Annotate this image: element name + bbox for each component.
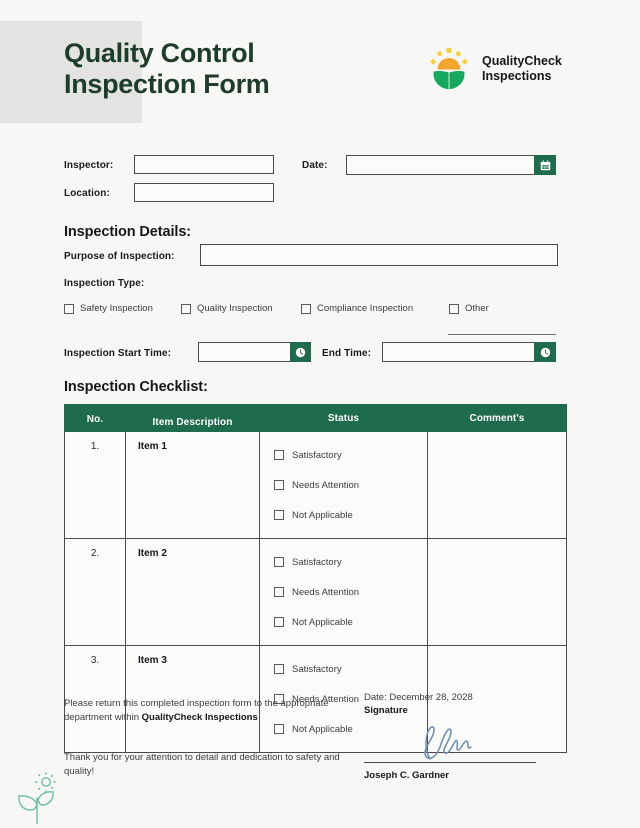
checkbox-box-icon[interactable] <box>274 587 284 597</box>
start-time-input[interactable] <box>198 342 292 362</box>
status-option-not-applicable[interactable]: Not Applicable <box>274 607 427 637</box>
checkbox-box-icon[interactable] <box>274 480 284 490</box>
status-option-label: Not Applicable <box>292 723 353 735</box>
inspector-label: Inspector: <box>64 160 114 171</box>
signature-label: Signature <box>364 705 408 716</box>
checkbox-compliance-inspection[interactable]: Compliance Inspection <box>301 303 413 314</box>
clock-icon <box>540 347 550 357</box>
row-comment-cell[interactable] <box>427 431 567 539</box>
form-page: Quality Control Inspection Form QualityC… <box>0 0 640 828</box>
checkbox-box-icon[interactable] <box>181 303 191 314</box>
status-option-satisfactory[interactable]: Satisfactory <box>274 440 427 470</box>
row-number: 1. <box>64 431 126 539</box>
checkbox-box-icon[interactable] <box>449 303 459 314</box>
status-option-satisfactory[interactable]: Satisfactory <box>274 654 427 684</box>
table-row: 1. Item 1 Satisfactory Needs Attention N… <box>64 431 567 539</box>
start-time-label: Inspection Start Time: <box>64 348 172 359</box>
inspector-input[interactable] <box>134 155 274 174</box>
checkbox-box-icon[interactable] <box>274 617 284 627</box>
checkbox-box-icon[interactable] <box>274 664 284 674</box>
end-time-input[interactable] <box>382 342 536 362</box>
table-header-row: No. Item Description Status Comment's <box>64 404 567 432</box>
start-time-picker-button[interactable] <box>290 342 311 362</box>
return-instructions: Please return this completed inspection … <box>64 697 342 725</box>
column-header-item-description: Item Description <box>125 404 260 432</box>
thanks-message: Thank you for your attention to detail a… <box>64 752 340 777</box>
calendar-icon <box>540 159 550 170</box>
signature-mark <box>424 726 472 760</box>
sun-over-leaves-logo-icon <box>430 48 468 90</box>
status-option-label: Not Applicable <box>292 616 353 628</box>
inspection-checklist-heading: Inspection Checklist: <box>64 379 208 395</box>
row-description: Item 2 <box>125 538 260 646</box>
end-time-label: End Time: <box>322 348 372 359</box>
row-description: Item 1 <box>125 431 260 539</box>
row-status-cell: Satisfactory Needs Attention Not Applica… <box>259 538 428 646</box>
status-option-label: Needs Attention <box>292 479 360 491</box>
end-time-picker-button[interactable] <box>534 342 556 362</box>
column-header-status: Status <box>259 404 428 432</box>
inspection-details-heading: Inspection Details: <box>64 224 192 240</box>
row-comment-cell[interactable] <box>427 538 567 646</box>
checkbox-box-icon[interactable] <box>274 557 284 567</box>
clock-icon <box>295 347 306 357</box>
purpose-input[interactable] <box>200 244 558 266</box>
inspection-type-label: Inspection Type: <box>64 278 145 289</box>
date-label: Date: <box>302 160 328 171</box>
checkbox-label: Compliance Inspection <box>317 303 414 314</box>
checkbox-box-icon[interactable] <box>274 450 284 460</box>
checkbox-label: Other <box>465 303 489 314</box>
signature-name: Joseph C. Gardner <box>364 770 449 781</box>
table-row: 2. Item 2 Satisfactory Needs Attention N… <box>64 538 567 646</box>
status-option-label: Not Applicable <box>292 509 353 521</box>
brand-logo: QualityCheck Inspections <box>426 46 562 92</box>
checkbox-other[interactable]: Other <box>449 303 489 314</box>
checkbox-box-icon[interactable] <box>274 510 284 520</box>
signature-date: Date: December 28, 2028 <box>364 692 473 703</box>
date-picker-button[interactable] <box>534 155 556 175</box>
status-option-needs-attention[interactable]: Needs Attention <box>274 577 427 607</box>
column-header-comments: Comment's <box>427 404 567 432</box>
status-option-label: Satisfactory <box>292 449 342 461</box>
sprout-plant-icon <box>18 770 58 824</box>
status-option-needs-attention[interactable]: Needs Attention <box>274 470 427 500</box>
status-option-label: Satisfactory <box>292 556 342 568</box>
checkbox-box-icon[interactable] <box>64 303 74 314</box>
checkbox-box-icon[interactable] <box>274 724 284 734</box>
row-status-cell: Satisfactory Needs Attention Not Applica… <box>259 431 428 539</box>
return-instructions-brand: QualityCheck Inspections <box>141 712 258 723</box>
checkbox-label: Quality Inspection <box>197 303 273 314</box>
status-option-label: Needs Attention <box>292 586 360 598</box>
page-title: Quality Control Inspection Form <box>64 38 270 99</box>
signature-line <box>364 762 536 763</box>
row-number: 2. <box>64 538 126 646</box>
location-label: Location: <box>64 188 110 199</box>
checkbox-safety-inspection[interactable]: Safety Inspection <box>64 303 153 314</box>
brand-name: QualityCheck Inspections <box>482 54 562 83</box>
date-input[interactable] <box>346 155 538 175</box>
other-write-in-line[interactable] <box>448 334 556 335</box>
column-header-no: No. <box>64 404 126 432</box>
location-input[interactable] <box>134 183 274 202</box>
purpose-label: Purpose of Inspection: <box>64 251 175 262</box>
checkbox-box-icon[interactable] <box>301 303 311 314</box>
status-option-satisfactory[interactable]: Satisfactory <box>274 547 427 577</box>
checkbox-quality-inspection[interactable]: Quality Inspection <box>181 303 273 314</box>
status-option-label: Satisfactory <box>292 663 342 675</box>
checkbox-label: Safety Inspection <box>80 303 153 314</box>
status-option-not-applicable[interactable]: Not Applicable <box>274 500 427 530</box>
